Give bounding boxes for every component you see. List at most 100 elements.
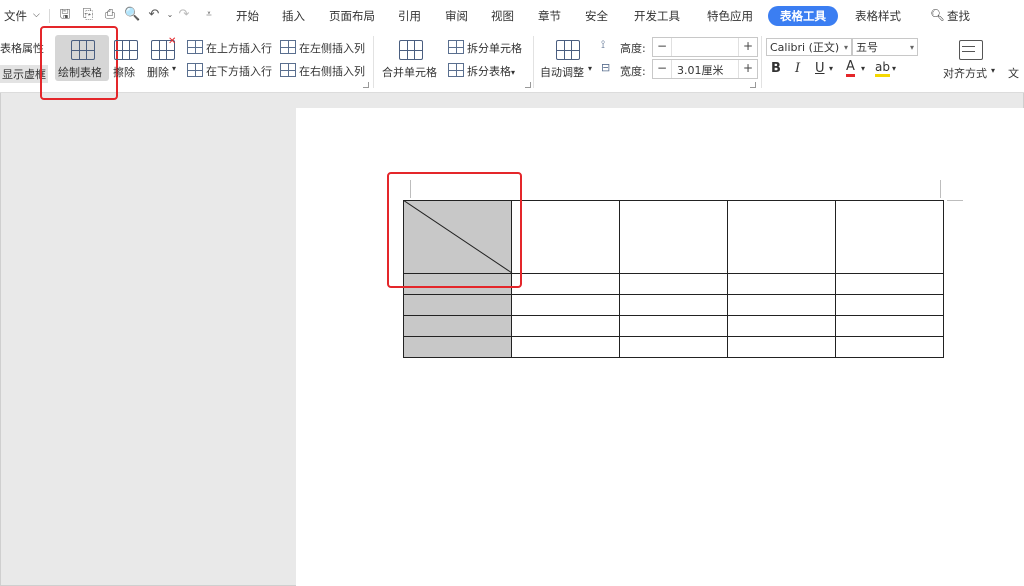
group-launcher-icon[interactable] <box>525 82 531 88</box>
save-icon[interactable]: 🖫 <box>57 7 73 23</box>
chevron-down-icon: ▾ <box>909 43 914 52</box>
insert-below-button[interactable]: 在下方插入行 <box>187 63 272 79</box>
delete-dropdown-icon[interactable]: ▾ <box>172 64 176 73</box>
width-value: 3.01厘米 <box>677 64 724 77</box>
text-direction-button[interactable]: 文 <box>1008 65 1019 81</box>
tab-special[interactable]: 特色应用 <box>707 8 753 24</box>
tab-table-tools[interactable]: 表格工具 <box>768 6 838 26</box>
tab-insert[interactable]: 插入 <box>282 8 305 24</box>
insert-right-icon <box>280 63 296 77</box>
table-cell[interactable] <box>403 336 512 358</box>
group-launcher-icon[interactable] <box>750 82 756 88</box>
customize-icon[interactable]: ⩡ <box>201 7 217 23</box>
erase-button[interactable]: 擦除 <box>113 64 135 80</box>
table-cell[interactable] <box>619 315 728 337</box>
table-cell[interactable] <box>727 315 836 337</box>
redo-icon[interactable]: ↷ <box>176 7 192 23</box>
tab-developer[interactable]: 开发工具 <box>634 8 680 24</box>
table-cell[interactable] <box>511 294 620 316</box>
plus-icon[interactable]: + <box>738 38 757 56</box>
delete-button[interactable]: 删除 <box>147 64 169 80</box>
bold-button[interactable]: B <box>771 61 781 76</box>
insert-right-button[interactable]: 在右侧插入列 <box>280 63 365 79</box>
split-cells-button[interactable]: 拆分单元格 <box>448 40 522 56</box>
margin-mark <box>947 200 963 201</box>
undo-icon[interactable]: ↶ <box>146 7 162 23</box>
font-size-value: 五号 <box>856 41 878 54</box>
table-cell[interactable] <box>835 294 944 316</box>
table-properties-button[interactable]: 表格属性 <box>0 40 44 56</box>
insert-right-label: 在右侧插入列 <box>299 65 365 78</box>
tab-home[interactable]: 开始 <box>236 8 259 24</box>
auto-fit-dropdown-icon[interactable]: ▾ <box>588 64 592 73</box>
highlight-diagonal-cell <box>387 172 522 288</box>
font-color-button[interactable]: A <box>846 60 855 77</box>
table-cell[interactable] <box>511 273 620 295</box>
insert-above-label: 在上方插入行 <box>206 42 272 55</box>
table-cell[interactable] <box>511 200 620 274</box>
font-name-select[interactable]: Calibri (正文) ▾ <box>766 38 852 56</box>
tab-view[interactable]: 视图 <box>491 8 514 24</box>
table-cell[interactable] <box>835 273 944 295</box>
tab-table-style[interactable]: 表格样式 <box>855 8 901 24</box>
split-table-button[interactable]: 拆分表格▾ <box>448 63 515 79</box>
eraser-icon <box>114 40 138 60</box>
delete-x-icon: ✕ <box>168 36 177 47</box>
search-icon[interactable]: 🔍︎ <box>930 8 945 22</box>
print-preview-icon[interactable]: 🔍 <box>124 7 140 23</box>
width-stepper[interactable]: − 3.01厘米 + <box>652 59 758 79</box>
file-menu[interactable]: 文件 <box>4 8 27 24</box>
table-cell[interactable] <box>727 200 836 274</box>
insert-above-button[interactable]: 在上方插入行 <box>187 40 272 56</box>
tab-review[interactable]: 审阅 <box>445 8 468 24</box>
width-label: 宽度: <box>620 65 646 78</box>
table-cell[interactable] <box>835 336 944 358</box>
merge-cells-button[interactable]: 合并单元格 <box>382 64 437 80</box>
table-cell[interactable] <box>619 336 728 358</box>
auto-fit-icon <box>556 40 580 60</box>
split-table-icon <box>448 63 464 77</box>
table-cell[interactable] <box>835 200 944 274</box>
group-launcher-icon[interactable] <box>363 82 369 88</box>
table-cell[interactable] <box>727 273 836 295</box>
tab-references[interactable]: 引用 <box>398 8 421 24</box>
table-cell[interactable] <box>835 315 944 337</box>
insert-left-button[interactable]: 在左侧插入列 <box>280 40 365 56</box>
table-cell[interactable] <box>403 315 512 337</box>
height-icon: ⟟ <box>601 38 606 51</box>
font-size-select[interactable]: 五号 ▾ <box>852 38 918 56</box>
table-cell[interactable] <box>403 294 512 316</box>
height-stepper[interactable]: − + <box>652 37 758 57</box>
font-color-dropdown-icon[interactable]: ▾ <box>861 64 865 73</box>
search-button[interactable]: 查找 <box>947 8 970 24</box>
highlight-button[interactable]: ab <box>875 61 890 77</box>
export-icon[interactable]: ⎘ <box>80 7 96 23</box>
tab-chapter[interactable]: 章节 <box>538 8 561 24</box>
underline-button[interactable]: U <box>815 61 825 76</box>
minus-icon[interactable]: − <box>653 38 672 56</box>
plus-icon[interactable]: + <box>738 60 757 78</box>
margin-mark <box>940 180 941 198</box>
table-cell[interactable] <box>727 336 836 358</box>
align-button[interactable]: 对齐方式 <box>943 65 987 81</box>
table-cell[interactable] <box>727 294 836 316</box>
table-cell[interactable] <box>619 273 728 295</box>
table-cell[interactable] <box>511 336 620 358</box>
auto-fit-button[interactable]: 自动调整 <box>540 64 584 80</box>
tab-security[interactable]: 安全 <box>585 8 608 24</box>
print-icon[interactable]: ⎙ <box>102 7 118 23</box>
split-cells-icon <box>448 40 464 54</box>
split-cells-label: 拆分单元格 <box>467 42 522 55</box>
align-dropdown-icon[interactable]: ▾ <box>991 66 995 75</box>
tab-page-layout[interactable]: 页面布局 <box>329 8 375 24</box>
minus-icon[interactable]: − <box>653 60 672 78</box>
font-name-value: Calibri (正文) <box>770 41 840 54</box>
table-cell[interactable] <box>619 200 728 274</box>
underline-dropdown-icon[interactable]: ▾ <box>829 64 833 73</box>
highlight-dropdown-icon[interactable]: ▾ <box>892 64 896 73</box>
table-cell[interactable] <box>511 315 620 337</box>
file-dropdown-icon[interactable]: ⌵ <box>33 10 40 20</box>
italic-button[interactable]: I <box>795 61 800 76</box>
table-cell[interactable] <box>619 294 728 316</box>
align-icon <box>959 40 983 60</box>
